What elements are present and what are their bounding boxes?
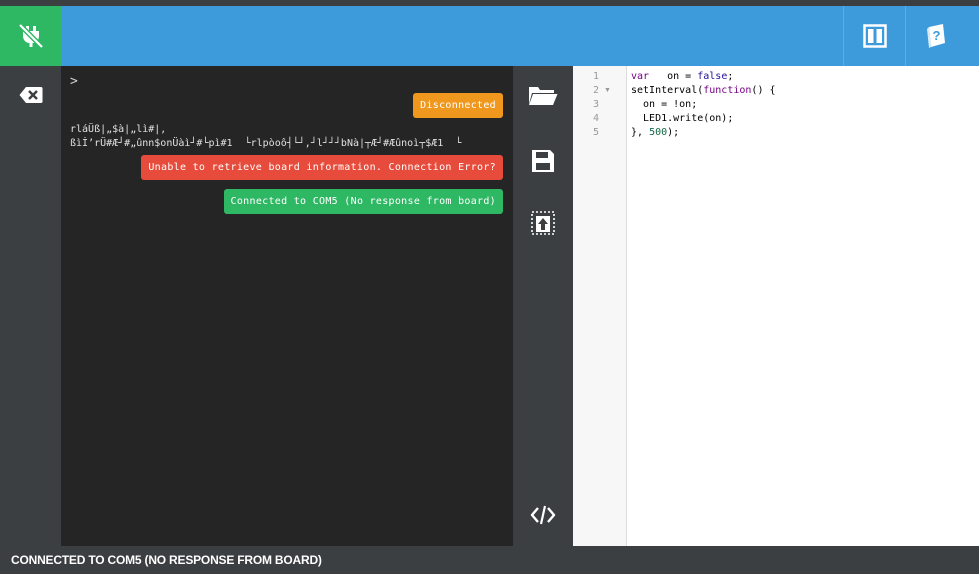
status-message-connected: Connected to COM5 (No response from boar…: [223, 189, 503, 214]
status-message-disconnected: Disconnected: [413, 93, 503, 118]
save-file-button[interactable]: [527, 146, 559, 176]
open-file-button[interactable]: [527, 80, 559, 110]
fold-arrow-icon[interactable]: ▼: [604, 84, 611, 98]
code-line[interactable]: setInterval(function() {: [631, 84, 776, 98]
help-button[interactable]: ?: [905, 6, 967, 66]
terminal-console[interactable]: > Disconnected rláÜß|„$à|„lì#|, ßìİ’rÜ#Æ┘…: [61, 66, 513, 546]
send-to-board-button[interactable]: [527, 208, 559, 238]
split-view-icon: [862, 24, 887, 48]
line-number: 3: [593, 99, 600, 110]
code-token: ;: [727, 71, 734, 82]
status-message-error: Unable to retrieve board information. Co…: [141, 155, 503, 180]
code-line[interactable]: var on = false;: [631, 70, 776, 84]
upload-to-board-icon: [531, 211, 555, 235]
plug-disconnected-icon: [17, 23, 44, 49]
connect-button[interactable]: [0, 6, 61, 66]
code-token: );: [667, 127, 680, 138]
code-line[interactable]: on = !on;: [631, 98, 776, 112]
line-number: 1: [593, 71, 600, 82]
left-toolbar: [0, 66, 61, 546]
code-token: var: [631, 71, 650, 82]
code-token: LED1.write(on);: [631, 113, 734, 124]
line-number: 5: [593, 127, 600, 138]
code-token: false: [697, 71, 728, 82]
terminal-output: rláÜß|„$à|„lì#|, ßìİ’rÜ#Æ┘#„ûnn$onÜàì┘#└p…: [70, 123, 500, 151]
code-token: setInterval(: [631, 85, 704, 96]
code-token: on = !on;: [631, 99, 698, 110]
code-token: function: [703, 85, 752, 96]
code-view-icon: [530, 505, 556, 525]
terminal-output-line: rláÜß|„$à|„lì#|,: [70, 124, 167, 135]
code-text-area[interactable]: var on = false; setInterval(function() { …: [631, 70, 776, 140]
svg-text:?: ?: [932, 28, 940, 43]
line-number-gutter: 1 2 ▼ 3 4 5: [573, 66, 627, 546]
backspace-clear-icon: [19, 87, 43, 103]
code-line[interactable]: LED1.write(on);: [631, 112, 776, 126]
terminal-prompt: >: [70, 74, 78, 89]
save-disk-icon: [532, 150, 554, 172]
code-line[interactable]: }, 500);: [631, 126, 776, 140]
code-editor[interactable]: 1 2 ▼ 3 4 5 var on = false; setInterval(f…: [573, 66, 979, 546]
editor-toolbar: [513, 66, 573, 546]
terminal-output-line: ßìİ’rÜ#Æ┘#„ûnn$onÜàì┘#└pì#1 └rlpòoô┤└┘,┘…: [70, 138, 462, 149]
help-book-icon: ?: [926, 24, 945, 48]
clear-terminal-button[interactable]: [14, 82, 48, 108]
code-token: () {: [751, 85, 776, 96]
app-header: ?: [61, 6, 979, 66]
code-view-button[interactable]: [527, 500, 559, 530]
code-token: 500: [649, 127, 668, 138]
line-number: 2: [593, 85, 600, 96]
folder-open-icon: [529, 87, 558, 105]
code-token: on =: [649, 71, 698, 82]
code-token: },: [631, 127, 650, 138]
line-number: 4: [593, 113, 600, 124]
split-view-button[interactable]: [843, 6, 905, 66]
status-bar: CONNECTED TO COM5 (NO RESPONSE FROM BOAR…: [0, 546, 979, 574]
